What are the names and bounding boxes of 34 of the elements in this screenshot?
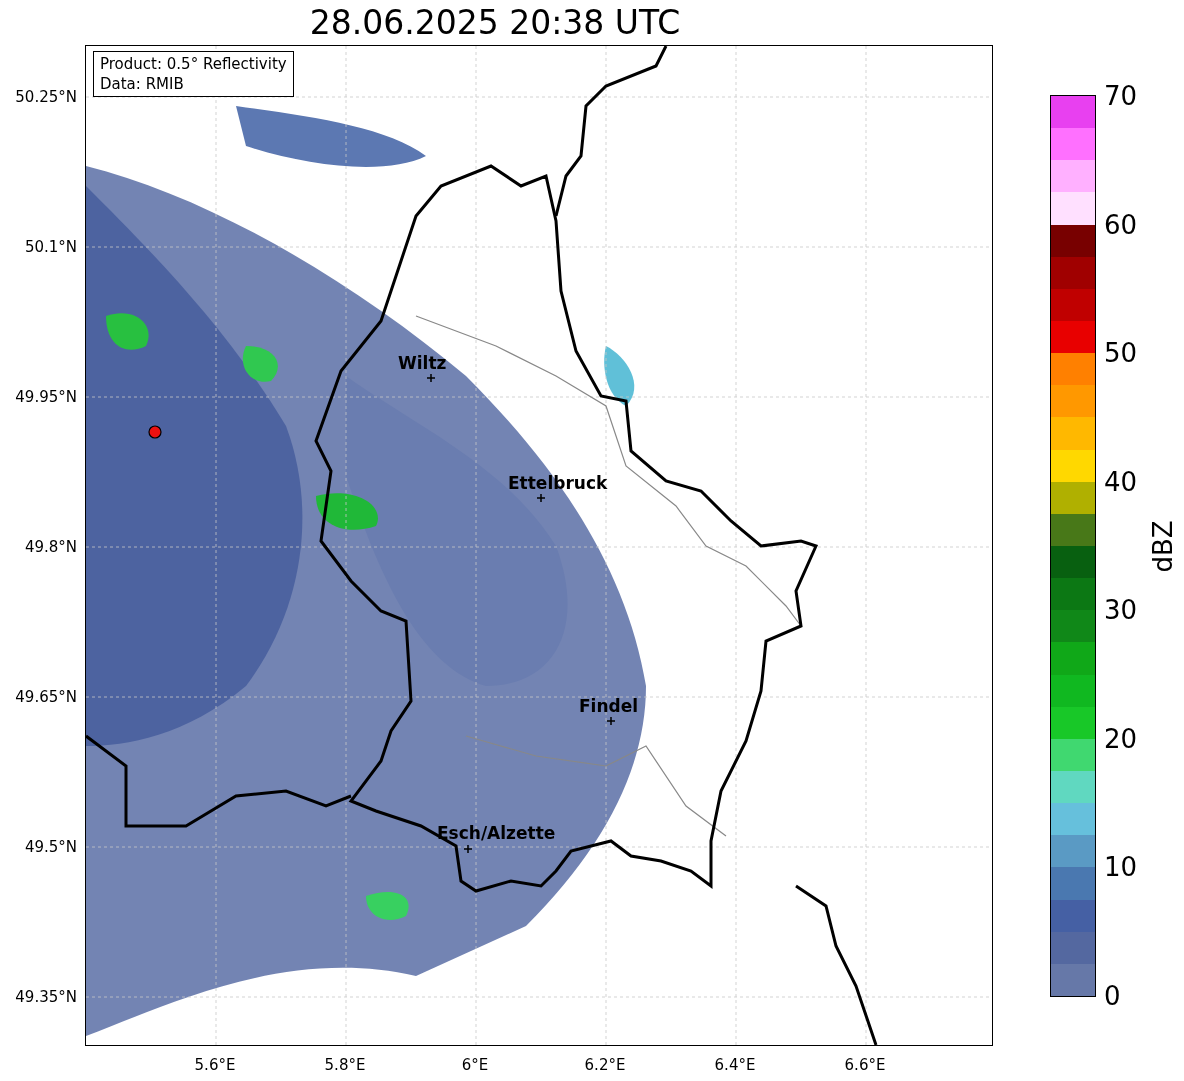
city-marker-icon [607, 717, 615, 725]
city-marker-icon [427, 374, 435, 382]
colorbar-tick-label: 30 [1104, 595, 1138, 626]
colorbar-tick-label: 70 [1104, 81, 1138, 111]
colorbar-tick-label: 50 [1104, 338, 1138, 369]
city-marker-icon [464, 845, 472, 853]
colorbar-tick-label: 40 [1104, 466, 1138, 497]
legend-text: Product: 0.5° Reflectivity [100, 54, 287, 74]
radar-site-icon [148, 425, 162, 439]
latitude-label: 49.95°N [15, 386, 77, 408]
longitude-label: 6.2°E [584, 1055, 626, 1076]
city-label: Ettelbruck [508, 473, 608, 493]
colorbar-tick-label: 0 [1104, 981, 1121, 1011]
colorbar-label: dBZ [1146, 519, 1179, 573]
longitude-label: 5.8°E [324, 1055, 366, 1076]
colorbar-tick-label: 10 [1104, 852, 1138, 883]
latitude-label: 49.8°N [24, 536, 77, 558]
longitude-label: 6.6°E [844, 1055, 886, 1076]
latitude-label: 49.65°N [15, 686, 77, 708]
latitude-label: 49.5°N [24, 836, 77, 858]
latitude-label: 50.25°N [15, 86, 77, 108]
city-label: Wiltz [398, 353, 447, 373]
longitude-label: 6°E [461, 1055, 489, 1076]
city-label: Esch/Alzette [437, 823, 556, 843]
longitude-label: 5.6°E [194, 1055, 236, 1076]
city-marker-icon [537, 494, 545, 502]
latitude-label: 49.35°N [15, 986, 77, 1008]
chart-title: 28.06.2025 20:38 UTC [309, 2, 681, 43]
colorbar-tick-label: 60 [1104, 209, 1138, 240]
city-label: Findel [579, 696, 639, 716]
latitude-label: 50.1°N [24, 236, 77, 258]
colorbar-tick-label: 20 [1104, 723, 1138, 754]
legend-text: Data: RMIB [100, 74, 185, 94]
longitude-label: 6.4°E [714, 1055, 756, 1076]
